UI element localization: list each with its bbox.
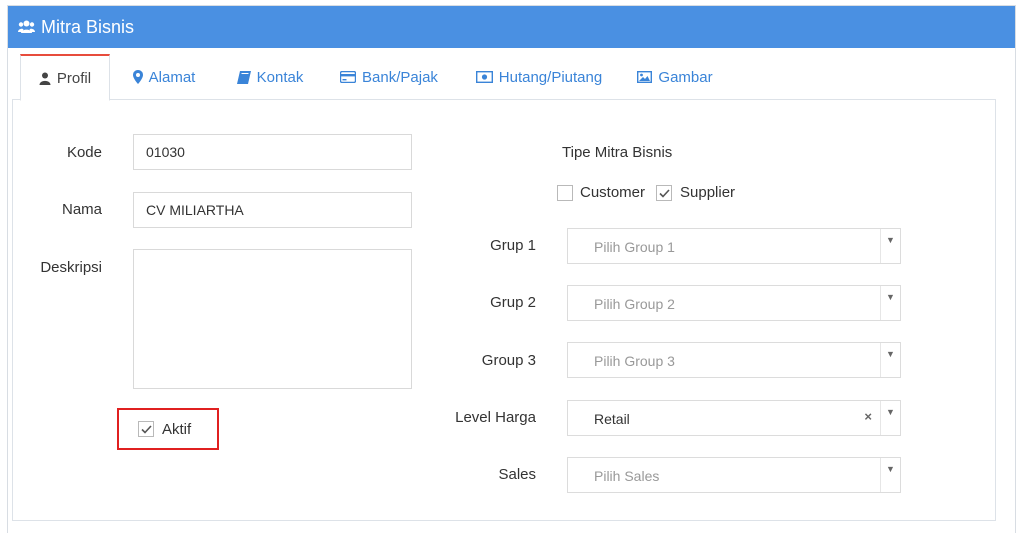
tab-hutang-piutang[interactable]: Hutang/Piutang bbox=[468, 54, 610, 100]
dropdown-arrow-icon[interactable]: ▼ bbox=[880, 458, 900, 492]
nama-input[interactable]: CV MILIARTHA bbox=[133, 192, 412, 228]
map-marker-icon bbox=[132, 70, 143, 84]
dropdown-arrow-icon[interactable]: ▼ bbox=[880, 401, 900, 435]
level-harga-select[interactable]: Retail × ▼ bbox=[567, 400, 901, 436]
tab-gambar[interactable]: Gambar bbox=[632, 54, 718, 100]
sales-placeholder: Pilih Sales bbox=[594, 468, 660, 484]
tab-label: Profil bbox=[56, 69, 92, 87]
tab-profil[interactable]: Profil bbox=[20, 54, 110, 101]
level-harga-label: Level Harga bbox=[455, 409, 536, 426]
sales-label: Sales bbox=[498, 466, 536, 483]
checkmark-icon bbox=[658, 188, 670, 198]
group3-select[interactable]: Pilih Group 3 ▼ bbox=[567, 342, 901, 378]
group2-placeholder: Pilih Group 2 bbox=[594, 296, 675, 312]
kode-label: Kode bbox=[66, 144, 102, 161]
sales-select[interactable]: Pilih Sales ▼ bbox=[567, 457, 901, 493]
tab-kontak[interactable]: Kontak bbox=[228, 54, 312, 100]
dropdown-arrow-icon[interactable]: ▼ bbox=[880, 229, 900, 263]
tab-bank-pajak[interactable]: Bank/Pajak bbox=[334, 54, 444, 100]
group1-select[interactable]: Pilih Group 1 ▼ bbox=[567, 228, 901, 264]
clear-icon[interactable]: × bbox=[864, 409, 872, 424]
book-icon bbox=[236, 70, 251, 84]
aktif-checkbox[interactable] bbox=[138, 421, 154, 437]
level-harga-value: Retail bbox=[594, 411, 630, 427]
user-icon bbox=[39, 72, 51, 85]
supplier-checkbox[interactable] bbox=[656, 185, 672, 201]
group3-label: Group 3 bbox=[481, 352, 536, 369]
deskripsi-label: Deskripsi bbox=[40, 259, 102, 276]
tab-label: Kontak bbox=[256, 68, 304, 86]
panel-header: Mitra Bisnis bbox=[8, 6, 1015, 48]
group1-label: Grup 1 bbox=[490, 237, 536, 254]
customer-label: Customer bbox=[580, 184, 646, 201]
tab-label: Gambar bbox=[658, 68, 713, 86]
tipe-mitra-bisnis-label: Tipe Mitra Bisnis bbox=[562, 144, 673, 161]
group1-placeholder: Pilih Group 1 bbox=[594, 239, 675, 255]
money-icon bbox=[475, 71, 493, 83]
tab-alamat[interactable]: Alamat bbox=[124, 54, 204, 100]
group3-placeholder: Pilih Group 3 bbox=[594, 353, 675, 369]
group2-label: Grup 2 bbox=[490, 294, 536, 311]
dropdown-arrow-icon[interactable]: ▼ bbox=[880, 286, 900, 320]
supplier-label: Supplier bbox=[680, 184, 736, 201]
image-icon bbox=[637, 71, 653, 83]
aktif-label: Aktif bbox=[162, 421, 192, 438]
kode-input[interactable]: 01030 bbox=[133, 134, 412, 170]
deskripsi-textarea[interactable] bbox=[133, 249, 412, 389]
tab-label: Bank/Pajak bbox=[362, 68, 438, 86]
credit-card-icon bbox=[340, 71, 357, 83]
checkmark-icon bbox=[140, 424, 152, 434]
group2-select[interactable]: Pilih Group 2 ▼ bbox=[567, 285, 901, 321]
tab-label: Hutang/Piutang bbox=[498, 68, 603, 86]
panel-title: Mitra Bisnis bbox=[41, 16, 135, 37]
users-icon bbox=[18, 20, 35, 33]
dropdown-arrow-icon[interactable]: ▼ bbox=[880, 343, 900, 377]
tab-label: Alamat bbox=[148, 68, 196, 86]
tab-bar: Profil Alamat Kontak Bank/Pajak Hutang/P… bbox=[12, 54, 996, 101]
nama-label: Nama bbox=[61, 201, 102, 218]
customer-checkbox[interactable] bbox=[557, 185, 573, 201]
